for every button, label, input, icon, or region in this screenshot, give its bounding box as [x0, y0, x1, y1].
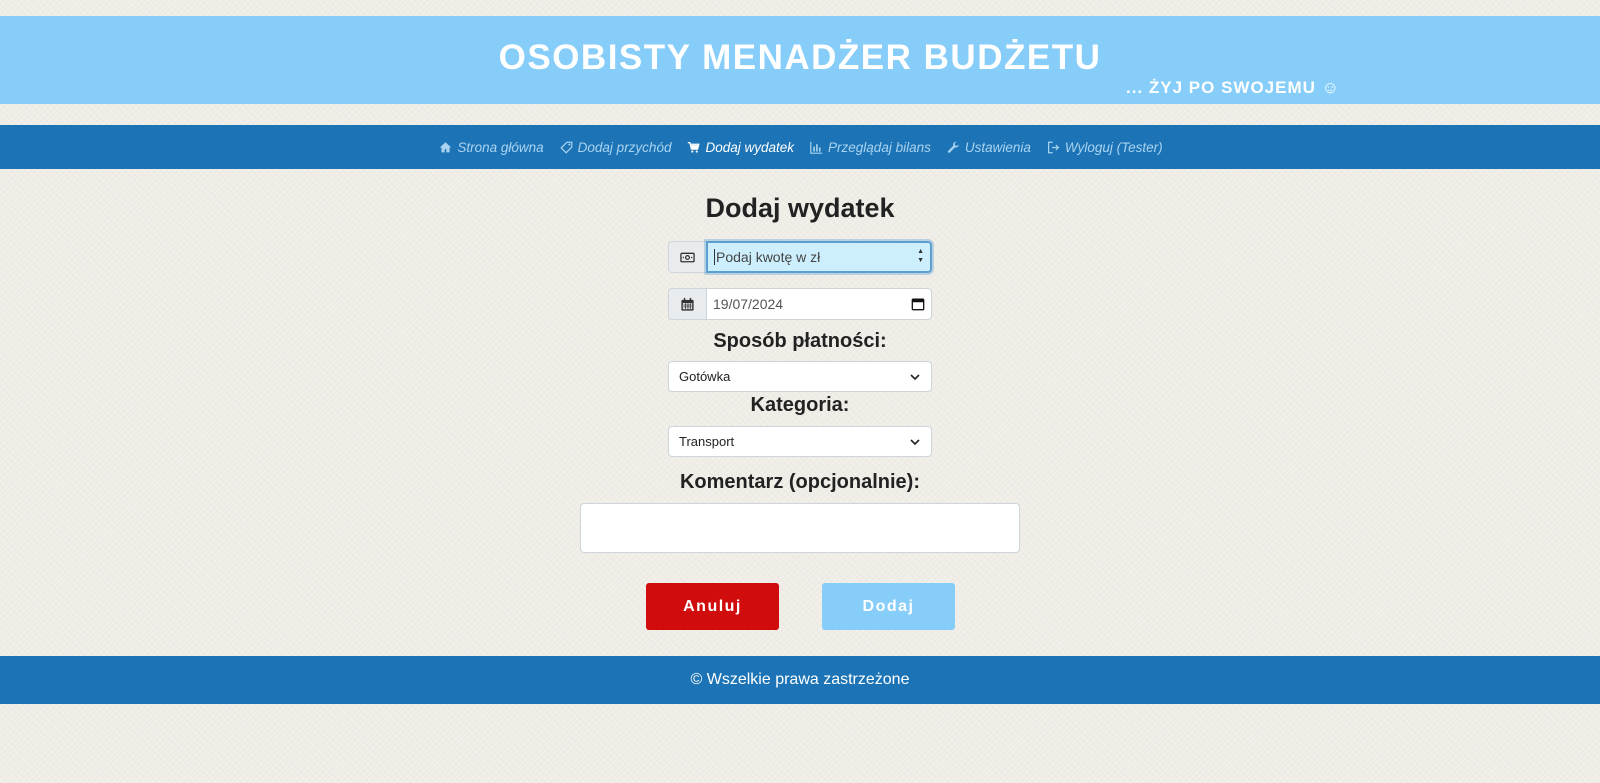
add-button[interactable]: Dodaj: [822, 583, 955, 630]
date-input[interactable]: 19/07/2024: [706, 288, 932, 320]
spinner-up-icon[interactable]: ▲: [917, 247, 924, 256]
wrench-icon: [947, 141, 960, 154]
date-value: 19/07/2024: [713, 296, 784, 312]
comment-label: Komentarz (opcjonalnie):: [679, 471, 920, 493]
cancel-button[interactable]: Anuluj: [646, 583, 779, 630]
amount-placeholder: Podaj kwotę w zł: [716, 249, 821, 265]
nav-item-add-income[interactable]: Dodaj przychód: [560, 139, 672, 155]
bar-chart-icon: [810, 141, 823, 154]
category-label: Kategoria:: [750, 394, 850, 416]
nav-item-view-balance[interactable]: Przeglądaj bilans: [810, 140, 931, 155]
amount-input[interactable]: Podaj kwotę w zł ▲ ▼: [706, 241, 932, 273]
calendar-icon: [668, 288, 706, 320]
nav-item-label: Dodaj wydatek: [705, 139, 795, 155]
date-input-group: 19/07/2024: [668, 288, 932, 320]
app-tagline: ... ŻYJ PO SWOJEMU ☺: [1126, 78, 1340, 97]
amount-input-group: Podaj kwotę w zł ▲ ▼: [668, 241, 932, 273]
chevron-down-icon: [909, 436, 921, 451]
payment-method-label: Sposób płatności:: [713, 330, 887, 352]
chevron-down-icon: [909, 371, 921, 386]
money-icon: [668, 241, 706, 273]
text-caret: [714, 249, 715, 265]
category-value: Transport: [679, 434, 735, 449]
page: OSOBISTY MENADŻER BUDŻETU ... ŻYJ PO SWO…: [0, 0, 1600, 783]
category-select[interactable]: Transport: [668, 426, 932, 457]
nav-item-label: Ustawienia: [964, 139, 1031, 155]
logout-icon: [1047, 141, 1060, 154]
tag-icon: [560, 141, 573, 154]
form-title: Dodaj wydatek: [705, 193, 895, 223]
nav-item-logout[interactable]: Wyloguj (Tester): [1047, 140, 1163, 155]
nav-item-label: Strona główna: [457, 139, 544, 155]
comment-textarea[interactable]: [580, 503, 1020, 553]
nav-item-add-expense[interactable]: Dodaj wydatek: [687, 140, 794, 155]
cart-icon: [687, 141, 701, 154]
nav-item-label: Wyloguj (Tester): [1064, 139, 1163, 155]
date-picker-icon[interactable]: [911, 297, 925, 314]
nav-item-home[interactable]: Strona główna: [439, 139, 544, 155]
nav-item-label: Przeglądaj bilans: [828, 139, 931, 155]
header-banner: OSOBISTY MENADŻER BUDŻETU ... ŻYJ PO SWO…: [0, 16, 1600, 104]
footer: © Wszelkie prawa zastrzeżone: [0, 656, 1600, 704]
amount-spinner[interactable]: ▲ ▼: [917, 247, 924, 265]
home-icon: [439, 141, 452, 154]
app-title: OSOBISTY MENADŻER BUDŻETU: [498, 38, 1102, 77]
nav-item-label: Dodaj przychód: [577, 139, 672, 155]
nav-item-settings[interactable]: Ustawienia: [947, 140, 1031, 155]
spinner-down-icon[interactable]: ▼: [917, 256, 924, 265]
payment-method-select[interactable]: Gotówka: [668, 361, 932, 392]
copyright-text: © Wszelkie prawa zastrzeżone: [690, 671, 910, 688]
payment-method-value: Gotówka: [679, 369, 731, 384]
main-nav: Strona główna Dodaj przychód Dodaj wydat…: [0, 125, 1600, 169]
